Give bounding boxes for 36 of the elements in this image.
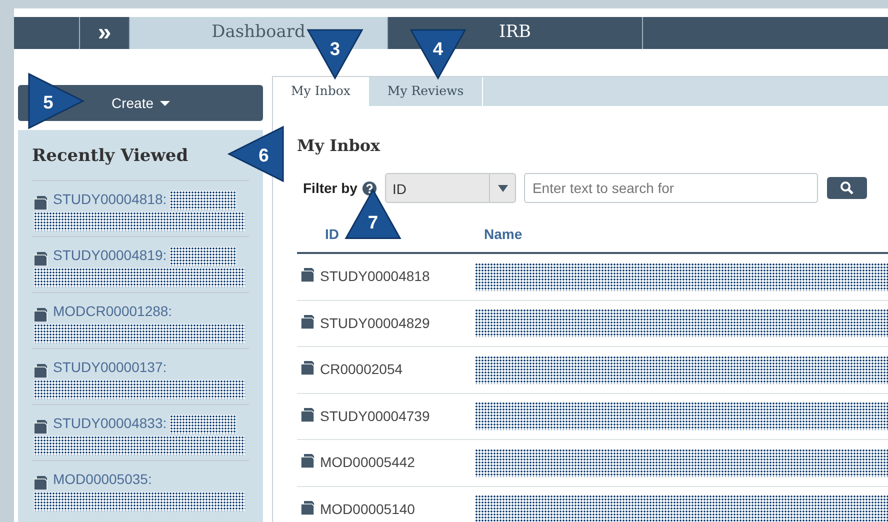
document-icon <box>301 268 316 282</box>
tab[interactable]: My Inbox <box>273 77 370 106</box>
document-icon <box>34 420 49 434</box>
recent-item-link[interactable]: STUDY00004818: <box>53 188 167 210</box>
callout-tooltip: 5 <box>26 72 86 130</box>
document-icon <box>34 308 49 322</box>
document-icon <box>34 196 49 210</box>
table-cell[interactable]: MOD00005140 <box>320 500 415 517</box>
recent-item-link[interactable]: STUDY00000137: <box>53 356 167 378</box>
document-icon <box>34 364 49 378</box>
document-icon <box>301 314 316 329</box>
recent-item-link[interactable]: MODCR00001288: <box>53 300 172 322</box>
document-icon <box>301 454 316 468</box>
table-cell[interactable]: STUDY00004829 <box>320 314 430 331</box>
document-icon <box>301 408 316 422</box>
recent-item-link[interactable]: MOD00005035: <box>53 468 152 490</box>
table-cell[interactable]: STUDY00004739 <box>320 408 430 424</box>
document-icon <box>301 500 316 515</box>
recent-item-link[interactable]: STUDY00004819: <box>53 244 167 266</box>
table-cell[interactable]: MOD00005442 <box>320 454 415 470</box>
filter-dropdown[interactable]: ID <box>385 173 516 203</box>
document-icon <box>34 476 49 490</box>
inbox-heading: My Inbox <box>297 135 382 157</box>
panel-title: Recently Viewed <box>32 145 190 168</box>
filter-label: Filter by <box>303 178 358 198</box>
column-header[interactable]: Name <box>475 224 522 245</box>
search-button[interactable] <box>827 177 868 199</box>
caret-icon <box>498 184 508 192</box>
recent-item-link[interactable]: STUDY00004833: <box>53 412 167 434</box>
search-icon <box>840 181 854 195</box>
search-field[interactable]: Enter text to search for <box>524 173 818 203</box>
callout-tooltip: 6 <box>226 125 286 183</box>
table-cell[interactable]: CR00002054 <box>320 361 403 378</box>
table-cell[interactable]: STUDY00004818 <box>320 268 430 284</box>
document-icon <box>301 361 316 376</box>
document-icon <box>34 252 49 266</box>
